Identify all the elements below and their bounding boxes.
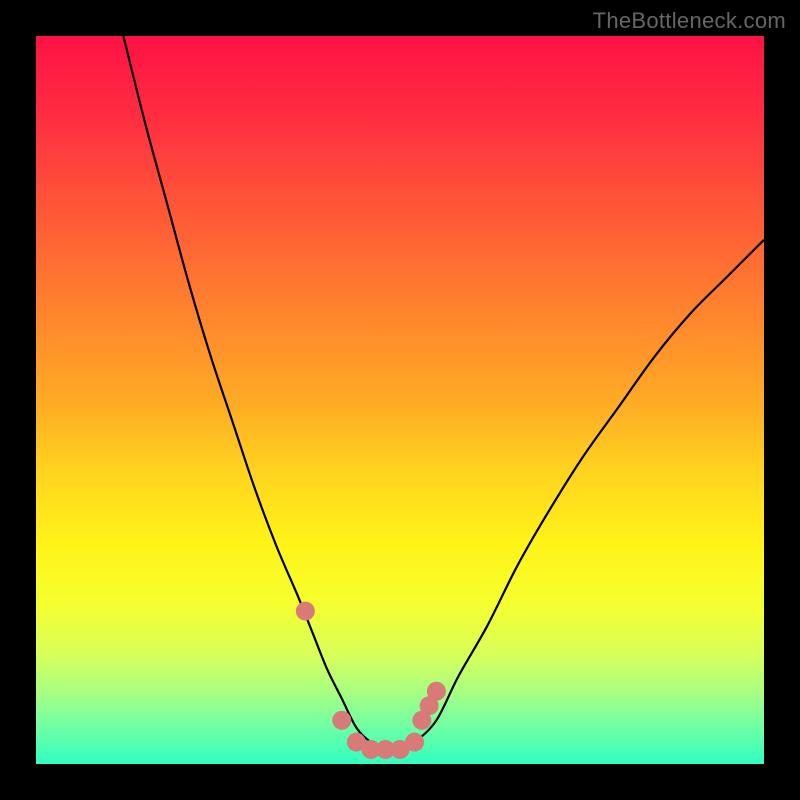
bottleneck-curve xyxy=(123,36,764,750)
highlight-dot xyxy=(405,733,424,752)
highlight-dot xyxy=(296,602,315,621)
plot-area xyxy=(36,36,764,764)
highlight-dot xyxy=(332,711,351,730)
highlight-dot xyxy=(427,682,446,701)
chart-frame: TheBottleneck.com xyxy=(0,0,800,800)
watermark-text: TheBottleneck.com xyxy=(593,8,786,34)
curve-overlay xyxy=(36,36,764,764)
